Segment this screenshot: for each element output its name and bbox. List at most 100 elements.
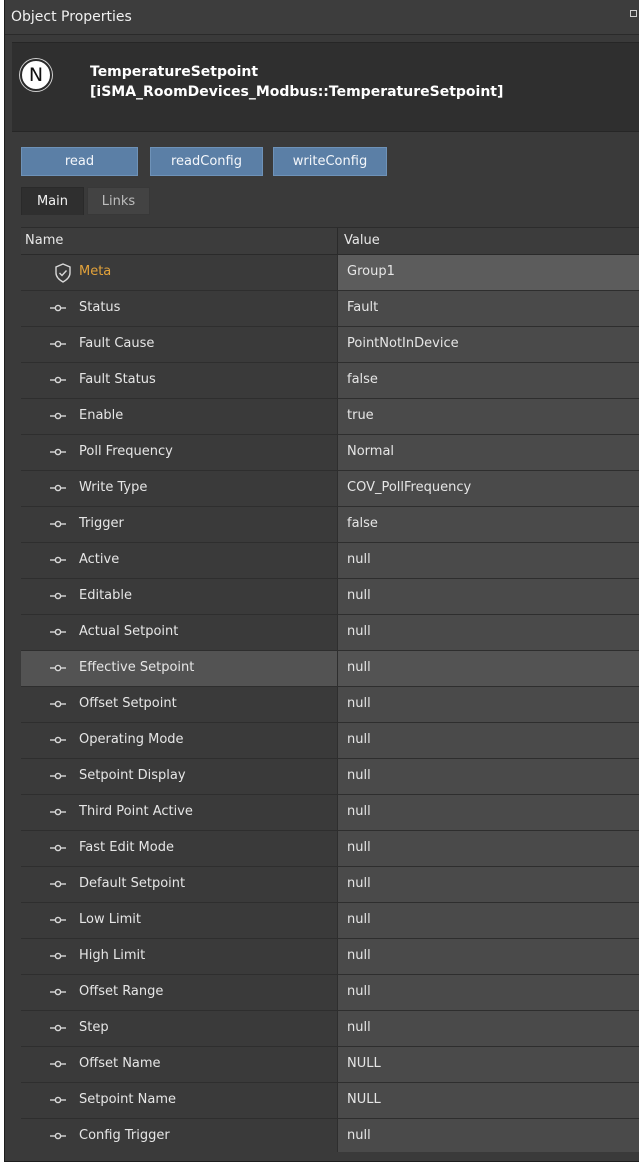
table-header: Name Value — [21, 228, 639, 255]
name-cell: Enable — [21, 399, 337, 434]
property-value: null — [347, 660, 371, 675]
column-header-value[interactable]: Value — [344, 233, 380, 248]
value-cell[interactable]: NULL — [337, 1083, 639, 1118]
property-value: Group1 — [347, 264, 395, 279]
table-row[interactable]: Default Setpoint null — [21, 867, 639, 903]
table-row[interactable]: Write Type COV_PollFrequency — [21, 471, 639, 507]
property-name: Operating Mode — [79, 732, 184, 747]
property-value: null — [347, 912, 371, 927]
slot-icon — [50, 808, 66, 816]
value-cell[interactable]: null — [337, 615, 639, 650]
table-row[interactable]: Enable true — [21, 399, 639, 435]
table-row[interactable]: Offset Setpoint null — [21, 687, 639, 723]
name-cell: Status — [21, 291, 337, 326]
name-cell: Active — [21, 543, 337, 578]
table-row[interactable]: Operating Mode null — [21, 723, 639, 759]
write-config-button[interactable]: writeConfig — [273, 147, 387, 176]
property-name: Offset Name — [79, 1056, 161, 1071]
table-row[interactable]: Step null — [21, 1011, 639, 1047]
slot-icon — [50, 664, 66, 672]
value-cell[interactable]: null — [337, 579, 639, 614]
value-cell[interactable]: COV_PollFrequency — [337, 471, 639, 506]
name-cell: Setpoint Display — [21, 759, 337, 794]
name-cell: Low Limit — [21, 903, 337, 938]
table-row[interactable]: High Limit null — [21, 939, 639, 975]
value-cell[interactable]: PointNotInDevice — [337, 327, 639, 362]
value-cell[interactable]: null — [337, 831, 639, 866]
read-config-button[interactable]: readConfig — [150, 147, 263, 176]
value-cell[interactable]: null — [337, 723, 639, 758]
property-value: null — [347, 552, 371, 567]
property-value: NULL — [347, 1092, 381, 1107]
property-name: Effective Setpoint — [79, 660, 195, 675]
table-row[interactable]: Fault Cause PointNotInDevice — [21, 327, 639, 363]
value-cell[interactable]: null — [337, 651, 639, 686]
table-row[interactable]: Meta Group1 — [21, 255, 639, 291]
table-row[interactable]: Status Fault — [21, 291, 639, 327]
table-row[interactable]: Third Point Active null — [21, 795, 639, 831]
value-cell[interactable]: false — [337, 507, 639, 542]
slot-icon — [50, 772, 66, 780]
value-cell[interactable]: null — [337, 795, 639, 830]
name-cell: Fault Cause — [21, 327, 337, 362]
value-cell[interactable]: null — [337, 903, 639, 938]
tab-links[interactable]: Links — [87, 187, 150, 215]
property-value: null — [347, 588, 371, 603]
object-type: [iSMA_RoomDevices_Modbus::TemperatureSet… — [90, 84, 504, 100]
value-cell[interactable]: NULL — [337, 1047, 639, 1082]
name-cell: Trigger — [21, 507, 337, 542]
property-value: Normal — [347, 444, 395, 459]
value-cell[interactable]: Fault — [337, 291, 639, 326]
value-cell[interactable]: null — [337, 1119, 639, 1152]
table-row[interactable]: Low Limit null — [21, 903, 639, 939]
table-row[interactable]: Effective Setpoint null — [21, 651, 639, 687]
name-cell: Third Point Active — [21, 795, 337, 830]
value-cell[interactable]: null — [337, 939, 639, 974]
object-type-icon: N — [20, 59, 52, 91]
slot-icon — [50, 412, 66, 420]
property-name: Write Type — [79, 480, 148, 495]
value-cell[interactable]: null — [337, 543, 639, 578]
name-cell: Effective Setpoint — [21, 651, 337, 686]
property-name: Setpoint Name — [79, 1092, 176, 1107]
slot-icon — [50, 592, 66, 600]
tab-main[interactable]: Main — [21, 187, 84, 215]
object-properties-panel: Object Properties N TemperatureSetpoint … — [4, 0, 639, 1162]
value-cell[interactable]: null — [337, 975, 639, 1010]
value-cell[interactable]: false — [337, 363, 639, 398]
value-cell[interactable]: null — [337, 759, 639, 794]
slot-icon — [50, 844, 66, 852]
property-name: Config Trigger — [79, 1128, 170, 1143]
table-row[interactable]: Offset Name NULL — [21, 1047, 639, 1083]
value-cell[interactable]: null — [337, 1011, 639, 1046]
property-value: null — [347, 696, 371, 711]
table-row[interactable]: Editable null — [21, 579, 639, 615]
name-cell: Setpoint Name — [21, 1083, 337, 1118]
property-name: High Limit — [79, 948, 146, 963]
value-cell[interactable]: null — [337, 687, 639, 722]
name-cell: Config Trigger — [21, 1119, 337, 1152]
value-cell[interactable]: true — [337, 399, 639, 434]
table-row[interactable]: Offset Range null — [21, 975, 639, 1011]
table-row[interactable]: Setpoint Name NULL — [21, 1083, 639, 1119]
maximize-icon[interactable] — [630, 10, 637, 17]
column-separator[interactable] — [337, 228, 338, 254]
property-value: COV_PollFrequency — [347, 480, 472, 495]
table-row[interactable]: Config Trigger null — [21, 1119, 639, 1152]
table-row[interactable]: Fault Status false — [21, 363, 639, 399]
value-cell[interactable]: Group1 — [337, 255, 639, 290]
table-row[interactable]: Active null — [21, 543, 639, 579]
value-cell[interactable]: Normal — [337, 435, 639, 470]
property-name: Enable — [79, 408, 124, 423]
column-header-name[interactable]: Name — [25, 233, 63, 248]
property-name: Third Point Active — [79, 804, 193, 819]
table-row[interactable]: Trigger false — [21, 507, 639, 543]
name-cell: Step — [21, 1011, 337, 1046]
slot-icon — [50, 1060, 66, 1068]
value-cell[interactable]: null — [337, 867, 639, 902]
table-row[interactable]: Setpoint Display null — [21, 759, 639, 795]
read-button[interactable]: read — [21, 147, 138, 176]
table-row[interactable]: Poll Frequency Normal — [21, 435, 639, 471]
table-row[interactable]: Actual Setpoint null — [21, 615, 639, 651]
table-row[interactable]: Fast Edit Mode null — [21, 831, 639, 867]
